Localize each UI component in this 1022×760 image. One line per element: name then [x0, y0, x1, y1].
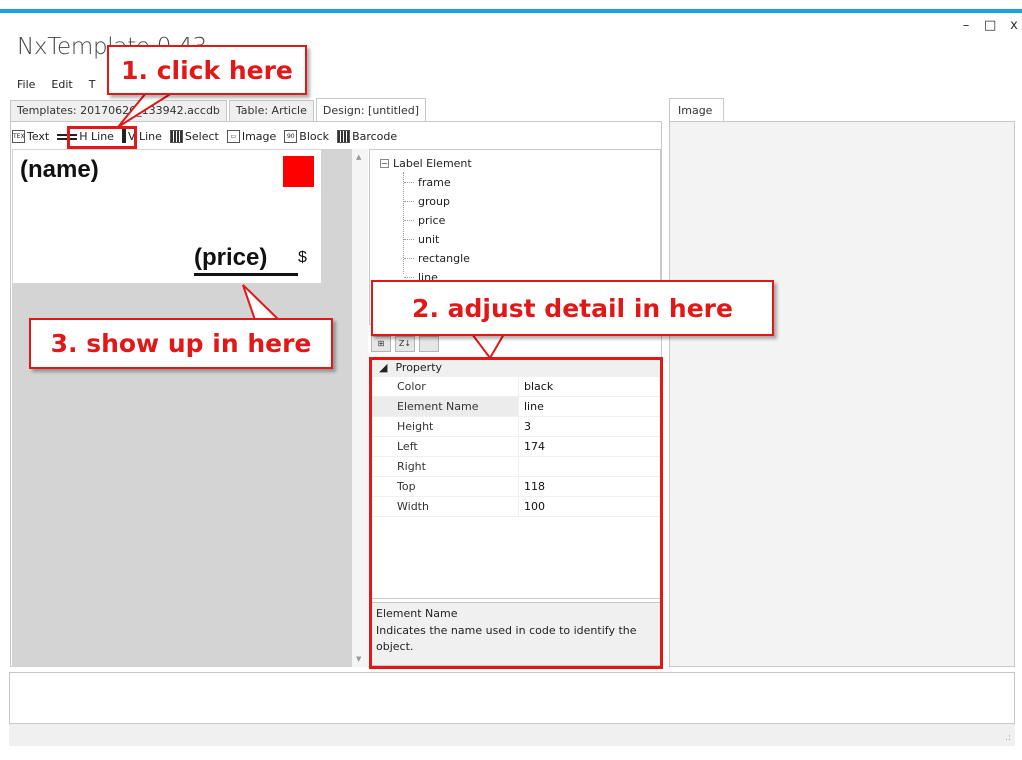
callout-1-tail: [117, 92, 176, 128]
callout-step-1: 1. click here: [107, 45, 307, 95]
callout-step-3: 3. show up in here: [29, 318, 333, 369]
callout-3-tail: [242, 284, 282, 321]
callout-2-tail: [470, 333, 506, 360]
callout-step-2: 2. adjust detail in here: [371, 280, 774, 336]
callout-pointer-1: [117, 92, 506, 360]
